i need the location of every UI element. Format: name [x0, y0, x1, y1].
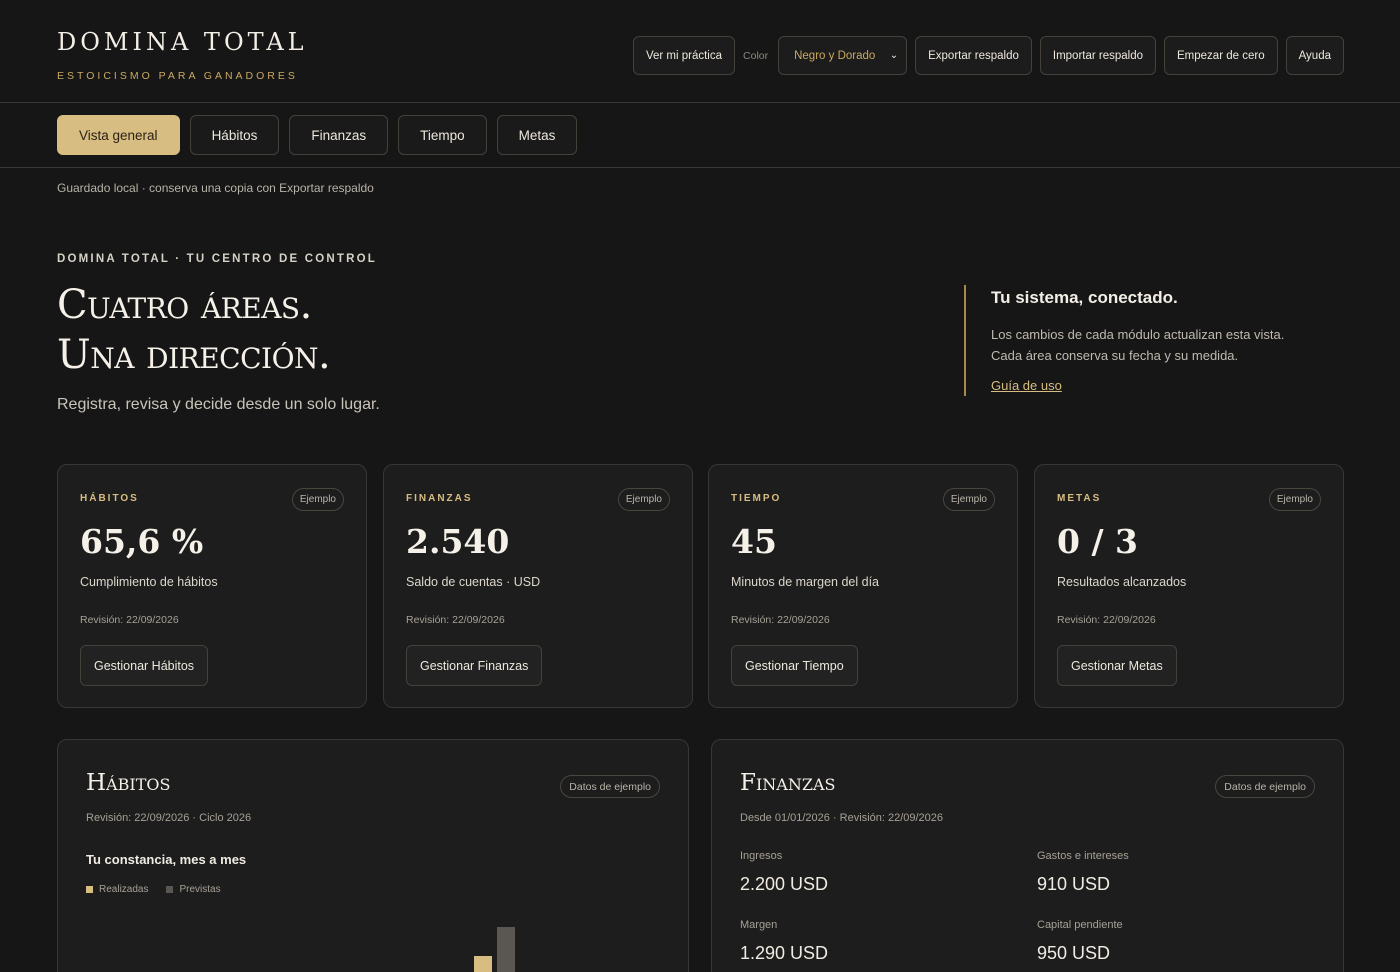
manage-habits-button[interactable]: Gestionar Hábitos [80, 645, 209, 686]
color-label: Color [743, 49, 769, 62]
card-description: Minutos de margen del día [731, 575, 880, 589]
tabs: Vista general Hábitos Finanzas Tiempo Me… [57, 115, 578, 155]
card-value: 65,6 % [80, 522, 204, 561]
card-revision: Revisión: 22/09/2026 [80, 614, 179, 626]
consistency-chart [474, 927, 515, 972]
manage-goals-button[interactable]: Gestionar Metas [1057, 645, 1177, 686]
panel-meta: Revisión: 22/09/2026 · Ciclo 2026 [86, 812, 252, 824]
top-bar: DOMINA TOTAL ESTOICISMO PARA GANADORES V… [0, 0, 1400, 103]
color-select[interactable]: Negro y Dorado ⌄ [778, 36, 908, 75]
tab-time[interactable]: Tiempo [398, 115, 487, 155]
stat-value: 1.290 USD [740, 943, 829, 963]
system-note-line2: Cada área conserva su fecha y su medida. [991, 347, 1239, 363]
card-value: 2.540 [406, 522, 510, 561]
card-label: TIEMPO [731, 493, 782, 504]
help-button[interactable]: Ayuda [1285, 36, 1344, 75]
nav-bar: Vista general Hábitos Finanzas Tiempo Me… [0, 103, 1400, 168]
example-badge: Ejemplo [291, 488, 344, 511]
import-button[interactable]: Importar respaldo [1039, 36, 1157, 75]
stat-label: Gastos e intereses [1037, 850, 1129, 862]
stat-label: Ingresos [740, 850, 783, 862]
hero-eyebrow: DOMINA TOTAL · TU CENTRO DE CONTROL [57, 253, 377, 265]
tab-habits[interactable]: Hábitos [189, 115, 280, 155]
example-badge: Ejemplo [617, 488, 670, 511]
card-habits: HÁBITOS Ejemplo 65,6 % Cumplimiento de h… [57, 464, 367, 708]
system-note-text: Los cambios de cada módulo actualizan es… [991, 325, 1344, 366]
export-button[interactable]: Exportar respaldo [915, 36, 1032, 75]
reset-button[interactable]: Empezar de cero [1164, 36, 1278, 75]
view-practice-button[interactable]: Ver mi práctica [632, 36, 736, 75]
manage-time-button[interactable]: Gestionar Tiempo [731, 645, 858, 686]
finance-panel: Finanzas Datos de ejemplo Desde 01/01/20… [711, 739, 1344, 972]
bar-done [474, 956, 492, 972]
top-actions: Ver mi práctica Color Negro y Dorado ⌄ E… [632, 36, 1344, 75]
hero-title: Cuatro áreas. Una dirección. [57, 280, 577, 380]
card-label: HÁBITOS [80, 493, 139, 504]
card-value: 45 [731, 522, 777, 561]
save-note: Guardado local · conserva una copia con … [57, 181, 374, 195]
sample-data-badge: Datos de ejemplo [1215, 775, 1315, 798]
example-badge: Ejemplo [1268, 488, 1321, 511]
panel-title: Hábitos [86, 770, 171, 796]
stat-value: 910 USD [1037, 874, 1111, 894]
tab-goals[interactable]: Metas [496, 115, 578, 155]
card-description: Resultados alcanzados [1057, 575, 1187, 589]
brand-title: DOMINA TOTAL [57, 28, 308, 56]
consistency-heading: Tu constancia, mes a mes [86, 852, 247, 867]
manage-finances-button[interactable]: Gestionar Finanzas [406, 645, 543, 686]
bar-planned [497, 927, 515, 972]
card-description: Cumplimiento de hábitos [80, 575, 218, 589]
finance-pending-capital: Capital pendiente 950 USD [1037, 919, 1327, 964]
chevron-down-icon: ⌄ [889, 50, 899, 61]
card-revision: Revisión: 22/09/2026 [1057, 614, 1156, 626]
card-label: FINANZAS [406, 493, 473, 504]
card-revision: Revisión: 22/09/2026 [731, 614, 830, 626]
system-note-title: Tu sistema, conectado. [991, 288, 1178, 307]
hero-title-line2: Una dirección. [57, 332, 331, 378]
card-time: TIEMPO Ejemplo 45 Minutos de margen del … [708, 464, 1018, 708]
card-value: 0 / 3 [1057, 522, 1138, 561]
system-note-line1: Los cambios de cada módulo actualizan es… [991, 327, 1285, 342]
finance-margin: Margen 1.290 USD [740, 919, 1030, 964]
hero-subtitle: Registra, revisa y decide desde un solo … [57, 396, 380, 413]
example-badge: Ejemplo [942, 488, 995, 511]
stat-label: Margen [740, 919, 778, 931]
stat-label: Capital pendiente [1037, 919, 1123, 931]
sample-data-badge: Datos de ejemplo [560, 775, 660, 798]
card-revision: Revisión: 22/09/2026 [406, 614, 505, 626]
color-select-value: Negro y Dorado [794, 49, 876, 62]
habits-panel: Hábitos Datos de ejemplo Revisión: 22/09… [57, 739, 689, 972]
finance-income: Ingresos 2.200 USD [740, 850, 1030, 895]
stat-value: 950 USD [1037, 943, 1111, 963]
hero-title-line1: Cuatro áreas. [57, 282, 312, 328]
panel-title: Finanzas [740, 770, 836, 796]
finance-expenses: Gastos e intereses 910 USD [1037, 850, 1327, 895]
guide-link[interactable]: Guía de uso [991, 378, 1062, 393]
card-goals: METAS Ejemplo 0 / 3 Resultados alcanzado… [1034, 464, 1344, 708]
card-description: Saldo de cuentas · USD [406, 575, 541, 589]
brand-subtitle: ESTOICISMO PARA GANADORES [57, 70, 298, 82]
stat-value: 2.200 USD [740, 874, 829, 894]
panel-meta: Desde 01/01/2026 · Revisión: 22/09/2026 [740, 812, 944, 824]
tab-finances[interactable]: Finanzas [289, 115, 389, 155]
card-label: METAS [1057, 493, 1102, 504]
tab-overview[interactable]: Vista general [57, 115, 180, 155]
card-finances: FINANZAS Ejemplo 2.540 Saldo de cuentas … [383, 464, 693, 708]
system-note: Tu sistema, conectado. Los cambios de ca… [964, 285, 1344, 396]
